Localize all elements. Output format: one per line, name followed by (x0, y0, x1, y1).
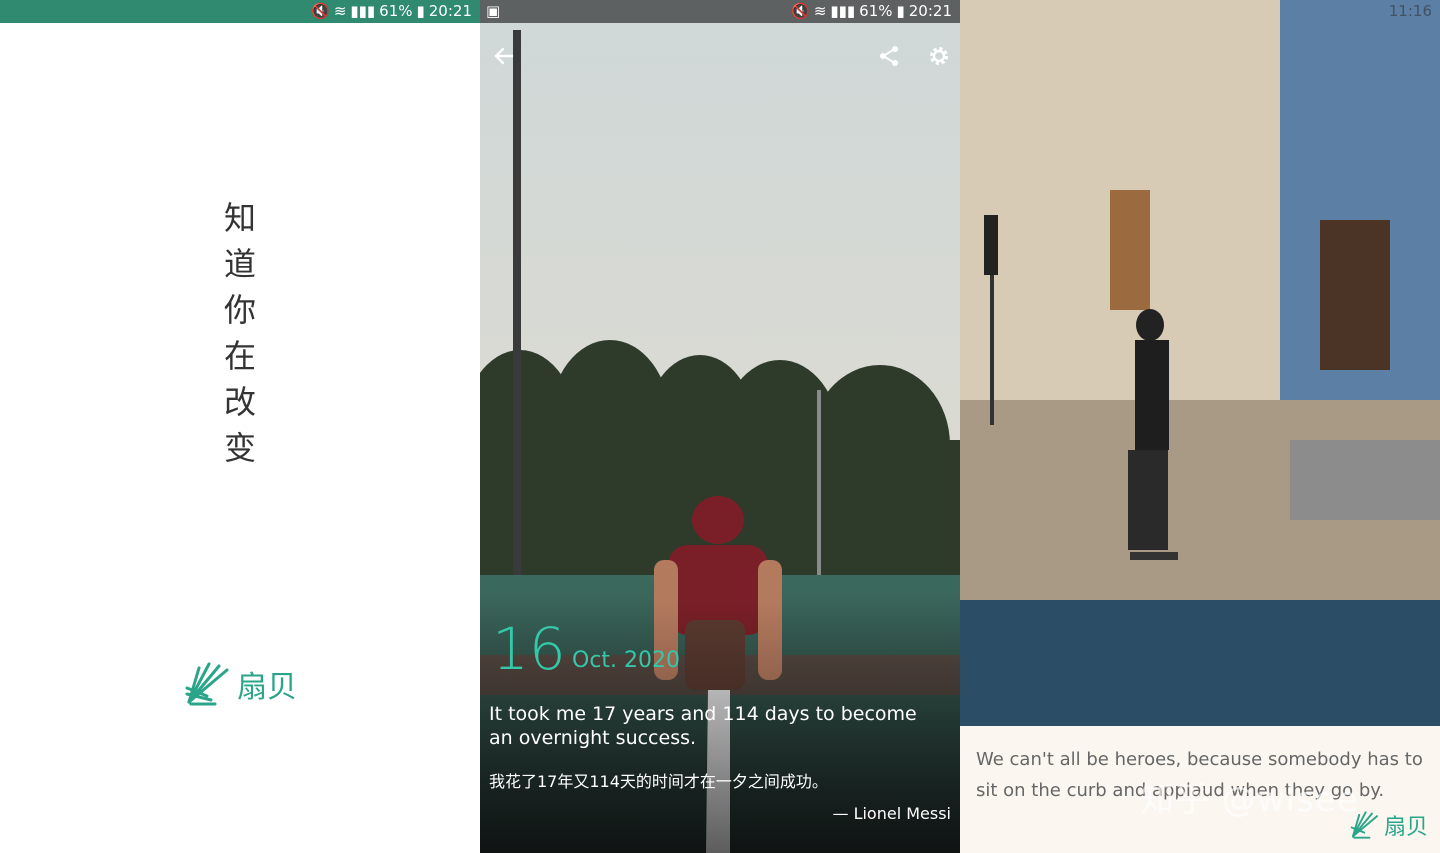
status-bar: ▣ 🔇 ≋ ▮▮▮ 61% ▮ 20:21 (480, 0, 960, 23)
slogan-char: 知 (223, 199, 256, 237)
signal-icon: ▮▮▮ (350, 2, 376, 20)
logo-text: 扇贝 (1383, 815, 1428, 840)
splash-screen: 🔇 ≋ ▮▮▮ 61% ▮ 20:21 知 道 你 在 改 变 扇贝 (0, 0, 480, 853)
share-icon (880, 46, 898, 66)
daily-quote-screen: ▣ 🔇 ≋ ▮▮▮ 61% ▮ 20:21 16 Oct. 2020 It to… (480, 0, 960, 853)
wifi-icon: ≋ (813, 2, 827, 20)
quote-card-screen: 11:16 We can't all be heroes, because so… (960, 0, 1440, 853)
app-logo: 扇贝 (185, 662, 297, 706)
quote-english: It took me 17 years and 114 days to beco… (489, 703, 917, 749)
quote-author: — Lionel Messi (832, 804, 951, 823)
gear-icon (930, 47, 948, 65)
battery-icon: ▮ (896, 2, 905, 20)
slogan-char: 变 (223, 429, 256, 467)
image-notification-icon: ▣ (486, 2, 501, 20)
toolbar (480, 38, 960, 76)
app-logo: 扇贝 (1350, 809, 1428, 841)
clock: 11:16 (1388, 2, 1432, 20)
mute-icon: 🔇 (311, 2, 330, 20)
quote-chinese: 我花了17年又114天的时间才在一夕之间成功。 (489, 772, 828, 791)
status-bar: 🔇 ≋ ▮▮▮ 61% ▮ 20:21 (0, 0, 480, 23)
slogan-char: 改 (223, 383, 256, 421)
back-arrow-icon (494, 47, 514, 65)
slogan-char: 在 (223, 337, 256, 375)
logo-text: 扇贝 (237, 670, 297, 705)
settings-button[interactable] (923, 40, 955, 72)
background-photo (960, 0, 1440, 726)
leaf-logo-icon (1350, 811, 1379, 839)
battery-percent: 61% (379, 2, 413, 20)
clock: 20:21 (428, 2, 472, 20)
signal-icon: ▮▮▮ (830, 2, 856, 20)
date-month-year: Oct. 2020 (572, 648, 681, 673)
mute-icon: 🔇 (791, 2, 810, 20)
leaf-logo-icon (185, 662, 229, 706)
date-day: 16 (492, 615, 566, 683)
slogan-char: 道 (223, 245, 256, 283)
battery-percent: 61% (859, 2, 893, 20)
back-button[interactable] (488, 40, 520, 72)
slogan: 知 道 你 在 改 变 (220, 195, 260, 471)
clock: 20:21 (908, 2, 952, 20)
watermark: 知乎 @wlsee (1140, 780, 1359, 820)
status-bar: 11:16 (960, 0, 1440, 23)
wifi-icon: ≋ (333, 2, 347, 20)
share-button[interactable] (873, 40, 905, 72)
battery-icon: ▮ (416, 2, 425, 20)
slogan-char: 你 (223, 291, 256, 329)
